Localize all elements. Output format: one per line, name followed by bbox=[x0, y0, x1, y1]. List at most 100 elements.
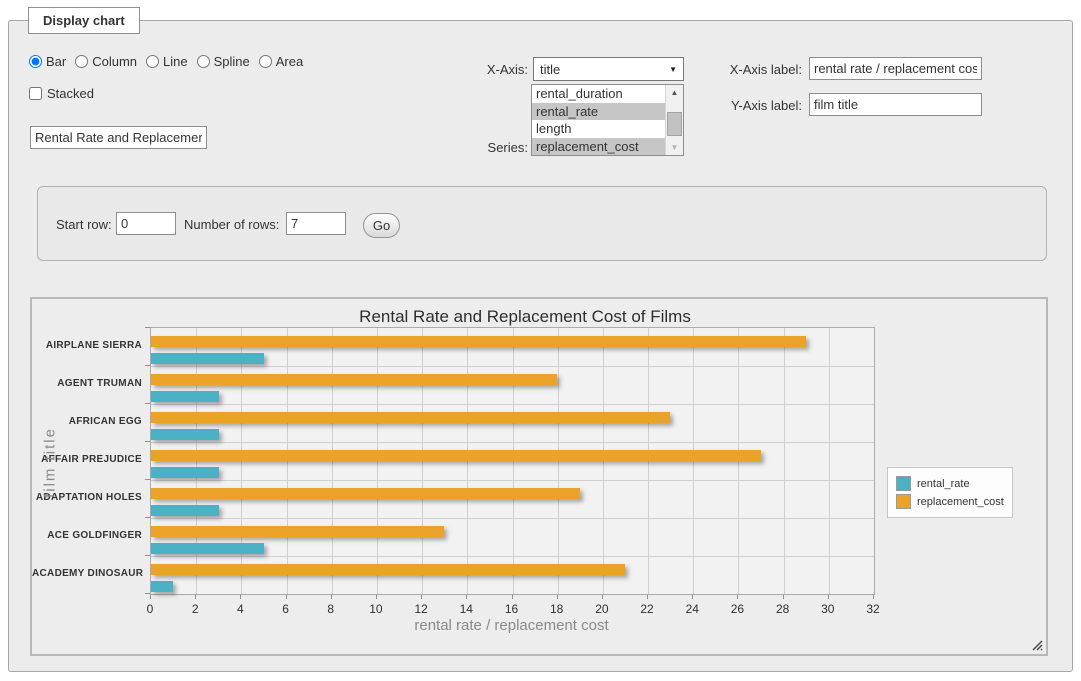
x-tick-label: 24 bbox=[672, 602, 712, 616]
x-tick-label: 32 bbox=[853, 602, 893, 616]
radio-area-label: Area bbox=[276, 54, 303, 69]
x-tick-label: 0 bbox=[130, 602, 170, 616]
x-axis-title: rental rate / replacement cost bbox=[150, 617, 873, 634]
x-tick bbox=[466, 595, 467, 599]
gridline bbox=[196, 328, 197, 594]
x-tick-label: 30 bbox=[808, 602, 848, 616]
num-rows-input[interactable] bbox=[286, 212, 346, 235]
radio-bar[interactable]: Bar bbox=[29, 54, 66, 69]
x-tick bbox=[150, 595, 151, 599]
bar-rental_rate bbox=[151, 353, 264, 364]
x-tick-label: 26 bbox=[717, 602, 757, 616]
gridline bbox=[648, 328, 649, 594]
radio-line-input[interactable] bbox=[146, 55, 159, 68]
gridline bbox=[829, 328, 830, 594]
gridline bbox=[784, 328, 785, 594]
chevron-down-icon: ▼ bbox=[669, 65, 677, 74]
x-tick-label: 14 bbox=[446, 602, 486, 616]
category-label: ACADEMY DINOSAUR bbox=[32, 568, 142, 579]
radio-spline[interactable]: Spline bbox=[197, 54, 250, 69]
go-button[interactable]: Go bbox=[363, 213, 400, 238]
radio-spline-input[interactable] bbox=[197, 55, 210, 68]
gridline bbox=[151, 480, 874, 481]
x-tick-label: 28 bbox=[763, 602, 803, 616]
radio-column-input[interactable] bbox=[75, 55, 88, 68]
x-tick-label: 18 bbox=[537, 602, 577, 616]
gridline bbox=[377, 328, 378, 594]
x-axis-select-label: X-Axis: bbox=[468, 62, 528, 77]
plot-area bbox=[150, 327, 875, 595]
radio-area-input[interactable] bbox=[259, 55, 272, 68]
gridline bbox=[151, 404, 874, 405]
x-tick-label: 12 bbox=[401, 602, 441, 616]
x-tick bbox=[692, 595, 693, 599]
bar-replacement_cost bbox=[151, 564, 625, 575]
chart-title-input[interactable] bbox=[30, 126, 207, 149]
x-tick bbox=[737, 595, 738, 599]
scroll-up-icon[interactable]: ▲ bbox=[666, 85, 683, 100]
y-axis-label-input[interactable] bbox=[809, 93, 982, 116]
bar-replacement_cost bbox=[151, 488, 580, 499]
category-label: AIRPLANE SIERRA bbox=[32, 340, 142, 351]
series-option-rental-duration[interactable]: rental_duration bbox=[532, 85, 665, 103]
chart-legend: rental_rate replacement_cost bbox=[887, 467, 1013, 518]
chart-container: Rental Rate and Replacement Cost of Film… bbox=[30, 297, 1048, 656]
gridline bbox=[287, 328, 288, 594]
x-axis-label-input[interactable] bbox=[809, 57, 982, 80]
x-tick-label: 8 bbox=[311, 602, 351, 616]
series-option-length[interactable]: length bbox=[532, 120, 665, 138]
gridline bbox=[558, 328, 559, 594]
x-tick bbox=[647, 595, 648, 599]
start-row-input[interactable] bbox=[116, 212, 176, 235]
x-tick bbox=[557, 595, 558, 599]
gridline bbox=[151, 442, 874, 443]
scroll-down-icon[interactable]: ▼ bbox=[666, 140, 683, 155]
radio-column-label: Column bbox=[92, 54, 137, 69]
bar-replacement_cost bbox=[151, 450, 761, 461]
num-rows-label: Number of rows: bbox=[184, 217, 279, 232]
gridline bbox=[467, 328, 468, 594]
series-listbox[interactable]: rental_duration rental_rate length repla… bbox=[531, 84, 684, 156]
bar-rental_rate bbox=[151, 429, 219, 440]
x-tick bbox=[195, 595, 196, 599]
bar-rental_rate bbox=[151, 391, 219, 402]
series-scrollbar[interactable]: ▲ ▼ bbox=[665, 85, 683, 155]
series-list-label: Series: bbox=[468, 140, 528, 155]
series-option-replacement-cost[interactable]: replacement_cost bbox=[532, 138, 665, 156]
replacement-cost-swatch-icon bbox=[896, 494, 911, 509]
x-axis-select[interactable]: title ▼ bbox=[533, 57, 684, 81]
x-tick bbox=[331, 595, 332, 599]
x-tick bbox=[421, 595, 422, 599]
legend-row-replacement-cost: replacement_cost bbox=[896, 494, 1004, 509]
x-tick-label: 2 bbox=[175, 602, 215, 616]
radio-area[interactable]: Area bbox=[259, 54, 303, 69]
y-axis-title: film title bbox=[42, 383, 59, 543]
x-axis-label-caption: X-Axis label: bbox=[723, 62, 802, 77]
bar-replacement_cost bbox=[151, 412, 670, 423]
stacked-checkbox[interactable] bbox=[29, 87, 42, 100]
chart-title: Rental Rate and Replacement Cost of Film… bbox=[32, 307, 1018, 327]
rental-rate-swatch-icon bbox=[896, 476, 911, 491]
chart-type-radio-group: Bar Column Line Spline Area bbox=[29, 54, 312, 69]
radio-line[interactable]: Line bbox=[146, 54, 188, 69]
radio-column[interactable]: Column bbox=[75, 54, 137, 69]
x-tick bbox=[376, 595, 377, 599]
gridline bbox=[603, 328, 604, 594]
scrollbar-thumb[interactable] bbox=[667, 112, 682, 136]
gridline bbox=[151, 366, 874, 367]
stacked-checkbox-row[interactable]: Stacked bbox=[29, 86, 94, 101]
gridline bbox=[693, 328, 694, 594]
y-axis-label-caption: Y-Axis label: bbox=[723, 98, 802, 113]
fieldset-legend: Display chart bbox=[28, 7, 140, 34]
series-option-rental-rate[interactable]: rental_rate bbox=[532, 103, 665, 121]
start-row-label: Start row: bbox=[56, 217, 112, 232]
bar-replacement_cost bbox=[151, 374, 557, 385]
radio-line-label: Line bbox=[163, 54, 188, 69]
legend-label-replacement-cost: replacement_cost bbox=[917, 496, 1004, 508]
radio-bar-input[interactable] bbox=[29, 55, 42, 68]
x-tick bbox=[286, 595, 287, 599]
x-tick-label: 16 bbox=[492, 602, 532, 616]
radio-spline-label: Spline bbox=[214, 54, 250, 69]
resize-handle-icon[interactable] bbox=[1031, 639, 1043, 651]
gridline bbox=[241, 328, 242, 594]
